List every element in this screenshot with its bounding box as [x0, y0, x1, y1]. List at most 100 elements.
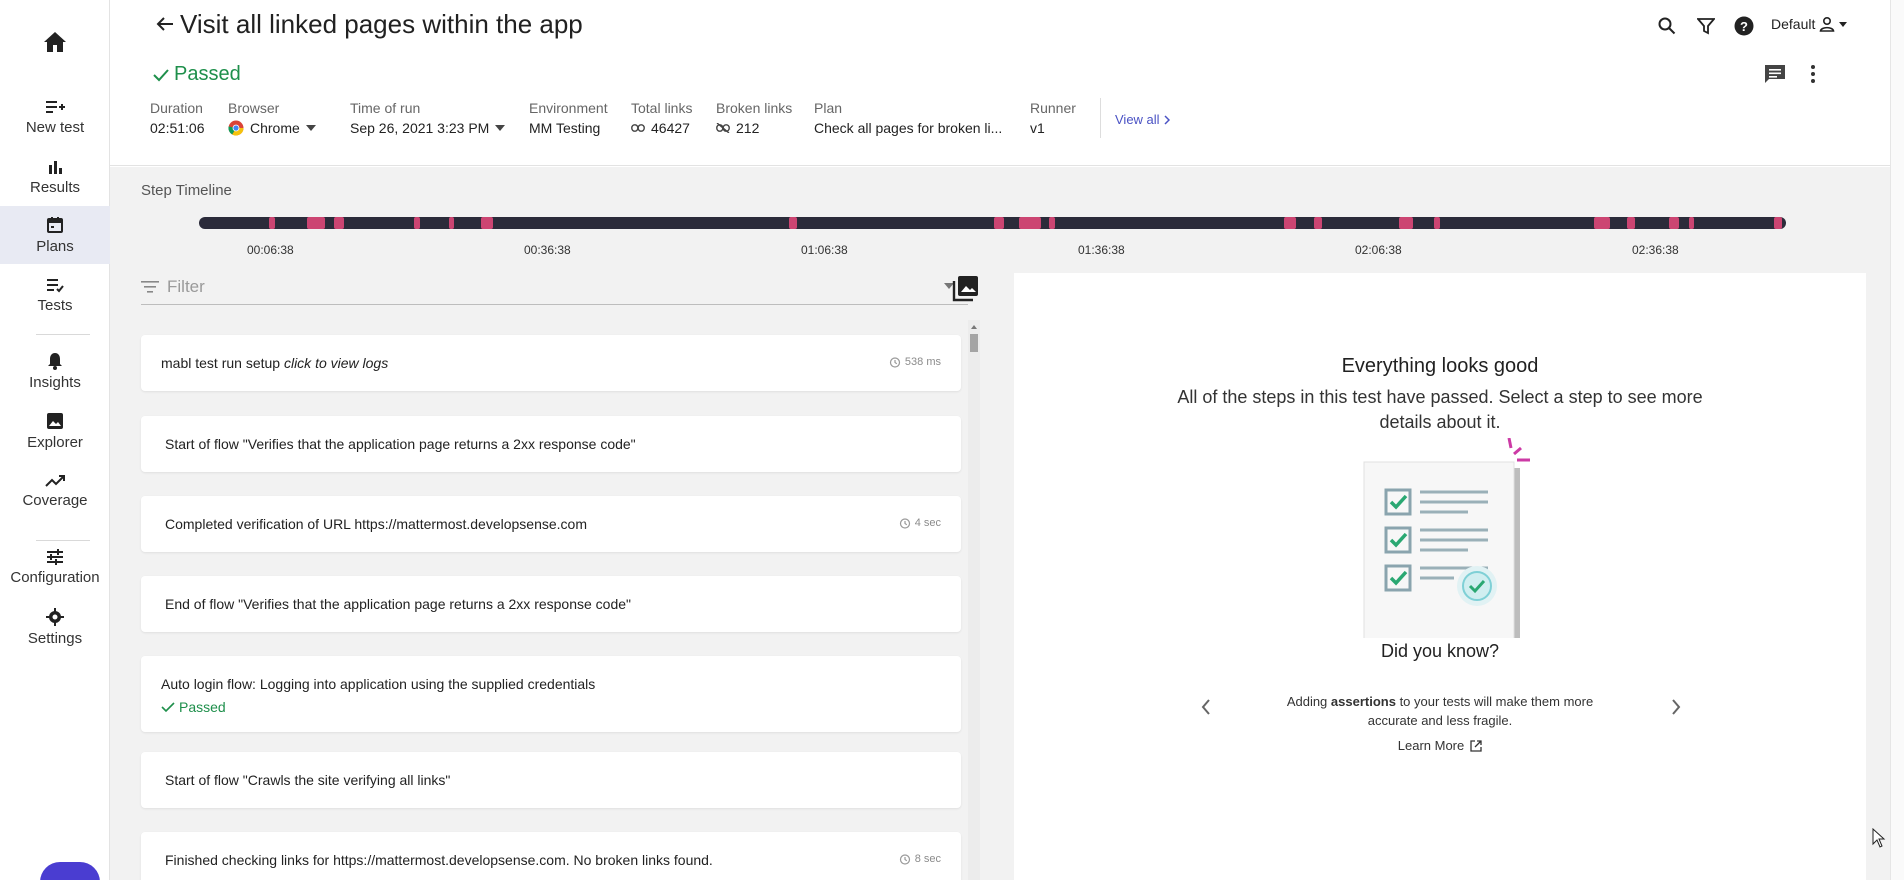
meta-runner: Runner v1 [1030, 100, 1076, 136]
meta-label: Total links [631, 100, 693, 116]
step-duration: 4 sec [899, 517, 941, 529]
step-timeline-label: Step Timeline [141, 182, 232, 199]
chevron-left-icon [1201, 699, 1210, 715]
next-tip-button[interactable] [1666, 697, 1686, 717]
step-card[interactable]: End of flow "Verifies that the applicati… [141, 576, 961, 632]
meta-browser[interactable]: Browser Chrome [228, 100, 316, 136]
did-you-know-heading: Did you know? [1380, 641, 1500, 661]
checklist-illustration [1363, 438, 1530, 638]
step-card[interactable]: Start of flow "Verifies that the applica… [141, 416, 961, 472]
home-button[interactable] [0, 22, 110, 62]
step-filter-input[interactable]: Filter [141, 269, 968, 305]
nav-new-test[interactable]: New test [0, 88, 110, 146]
filter-placeholder: Filter [167, 276, 205, 296]
scroll-up-icon [971, 325, 977, 329]
link-icon [631, 124, 645, 132]
meta-divider [1100, 98, 1101, 138]
meta-label: Runner [1030, 100, 1076, 116]
search-icon [1658, 17, 1676, 35]
nav-label: Coverage [22, 491, 88, 509]
nav-configuration[interactable]: Configuration [0, 538, 110, 596]
panel-heading: Everything looks good [1341, 355, 1539, 377]
tip-text: Adding assertions to your tests will mak… [1264, 692, 1616, 730]
timeline-tick: 00:06:38 [247, 243, 294, 257]
nav-settings[interactable]: Settings [0, 598, 110, 656]
more-vert-icon [1811, 65, 1815, 83]
step-duration: 538 ms [889, 356, 941, 368]
view-all-link[interactable]: View all [1115, 112, 1170, 127]
step-text: End of flow "Verifies that the applicati… [165, 596, 631, 612]
step-timeline-bar[interactable] [199, 217, 1786, 229]
meta-value: v1 [1030, 120, 1045, 136]
check-icon [161, 702, 175, 713]
meta-time-of-run[interactable]: Time of run Sep 26, 2021 3:23 PM [350, 100, 506, 136]
prev-tip-button[interactable] [1196, 697, 1216, 717]
duration-text: 4 sec [914, 517, 941, 529]
step-card[interactable]: Auto login flow: Logging into applicatio… [141, 656, 961, 732]
photo-library-icon [952, 276, 978, 302]
step-card[interactable]: Finished checking links for https://matt… [141, 832, 961, 880]
nav-results[interactable]: Results [0, 148, 110, 206]
filter-button[interactable] [1694, 14, 1718, 38]
search-button[interactable] [1655, 14, 1679, 38]
bell-icon [48, 352, 62, 370]
arrow-left-icon [156, 17, 173, 31]
learn-more-label: Learn More [1397, 738, 1465, 753]
gear-icon [46, 607, 64, 626]
run-status: Passed [152, 63, 241, 86]
filter-list-icon [141, 280, 159, 293]
meta-broken-links: Broken links 212 [716, 100, 792, 136]
meta-label: Environment [529, 100, 608, 116]
help-icon: ? [1734, 16, 1754, 36]
comments-button[interactable] [1762, 61, 1788, 87]
step-text: Auto login flow: Logging into applicatio… [161, 676, 596, 692]
image-icon [47, 412, 63, 429]
nav-label: Explorer [27, 433, 83, 451]
step-card[interactable]: Start of flow "Crawls the site verifying… [141, 752, 961, 808]
meta-label: Broken links [716, 100, 793, 116]
step-card[interactable]: Completed verification of URL https://ma… [141, 496, 961, 552]
view-all-label: View all [1115, 112, 1160, 127]
learn-more-link[interactable]: Learn More [1014, 738, 1866, 753]
tip-bold: assertions [1330, 694, 1396, 709]
nav-explorer[interactable]: Explorer [0, 402, 110, 460]
timeline-tick: 00:36:38 [524, 243, 571, 257]
step-text: Start of flow "Verifies that the applica… [165, 436, 636, 452]
nav-insights[interactable]: Insights [0, 342, 110, 400]
step-status: Passed [161, 699, 226, 715]
svg-text:?: ? [1740, 19, 1748, 34]
steps-scrollbar[interactable] [968, 320, 980, 880]
back-button[interactable] [154, 12, 176, 36]
step-details-panel: Everything looks good All of the steps i… [1014, 273, 1866, 880]
status-text: Passed [179, 699, 226, 715]
step-text: Completed verification of URL https://ma… [165, 516, 588, 532]
workspace-menu[interactable]: Default [1771, 16, 1848, 32]
step-card[interactable]: mabl test run setup click to view logs 5… [141, 335, 961, 391]
help-button[interactable]: ? [1732, 14, 1756, 38]
nav-plans[interactable]: Plans [0, 206, 110, 264]
workspace-name: Default [1771, 16, 1816, 32]
alarm-icon [899, 854, 910, 865]
calendar-icon [47, 216, 63, 233]
page-header: Visit all linked pages within the app Pa… [110, 0, 1890, 166]
nav-coverage[interactable]: Coverage [0, 462, 110, 520]
meta-plan[interactable]: Plan Check all pages for broken li... [814, 100, 1002, 136]
timeline-tick: 01:36:38 [1078, 243, 1125, 257]
panel-message: All of the steps in this test have passe… [1177, 387, 1703, 432]
tune-icon [47, 548, 63, 565]
meta-label: Browser [228, 100, 280, 116]
caret-down-icon [1839, 21, 1848, 27]
chat-launcher-button[interactable] [40, 862, 100, 880]
results-content: Step Timeline 00:06:38 00:36:38 01:06:38… [110, 167, 1890, 880]
scrollbar-thumb[interactable] [970, 334, 978, 352]
open-in-new-icon [1470, 739, 1482, 752]
view-logs-link[interactable]: click to view logs [284, 355, 388, 371]
page-title: Visit all linked pages within the app [180, 9, 583, 39]
step-text: Finished checking links for https://matt… [165, 852, 713, 868]
nav-tests[interactable]: Tests [0, 266, 110, 324]
meta-total-links: Total links 46427 [631, 100, 692, 136]
timeline-tick: 02:06:38 [1355, 243, 1402, 257]
more-options-button[interactable] [1800, 61, 1826, 87]
page-scrollbar[interactable] [1890, 0, 1904, 880]
screenshots-button[interactable] [952, 274, 980, 307]
